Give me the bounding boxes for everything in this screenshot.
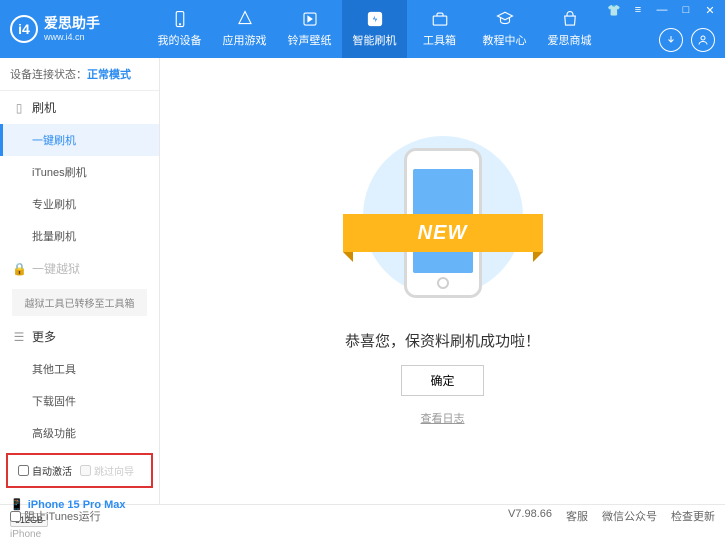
tutorial-icon <box>496 10 514 28</box>
nav-smart-flash[interactable]: 智能刷机 <box>342 0 407 58</box>
logo: i4 爱思助手 www.i4.cn <box>10 15 147 43</box>
store-icon <box>561 10 579 28</box>
header-bar: i4 爱思助手 www.i4.cn 我的设备 应用游戏 铃声壁纸 智能刷机 工具… <box>0 0 725 58</box>
phone-icon: ▯ <box>12 101 26 115</box>
user-button[interactable] <box>691 28 715 52</box>
device-icon <box>171 10 189 28</box>
toolbox-icon <box>431 10 449 28</box>
apps-icon <box>236 10 254 28</box>
sidebar-item-other-tools[interactable]: 其他工具 <box>0 353 159 385</box>
top-nav: 我的设备 应用游戏 铃声壁纸 智能刷机 工具箱 教程中心 爱思商城 <box>147 0 602 58</box>
window-controls: 👕 ≡ — □ ✕ <box>603 2 721 18</box>
footer-wechat[interactable]: 微信公众号 <box>602 508 657 524</box>
footer-support[interactable]: 客服 <box>566 508 588 524</box>
footer-check-update[interactable]: 检查更新 <box>671 508 715 524</box>
sidebar-item-download-firmware[interactable]: 下载固件 <box>0 385 159 417</box>
highlighted-options-box: 自动激活 跳过向导 <box>6 453 153 488</box>
jailbreak-moved-note: 越狱工具已转移至工具箱 <box>12 289 147 316</box>
sidebar-item-pro-flash[interactable]: 专业刷机 <box>0 188 159 220</box>
minimize-button[interactable]: — <box>651 2 673 18</box>
auto-activate-checkbox[interactable]: 自动激活 <box>18 463 72 478</box>
nav-toolbox[interactable]: 工具箱 <box>407 0 472 58</box>
sidebar-item-advanced[interactable]: 高级功能 <box>0 417 159 449</box>
maximize-button[interactable]: □ <box>675 2 697 18</box>
sidebar-section-more[interactable]: ☰更多 <box>0 320 159 353</box>
menu-icon[interactable]: ≡ <box>627 2 649 18</box>
new-ribbon: NEW <box>343 214 543 252</box>
success-message: 恭喜您，保资料刷机成功啦！ <box>345 330 540 351</box>
sidebar-item-itunes-flash[interactable]: iTunes刷机 <box>0 156 159 188</box>
lock-icon: 🔒 <box>12 262 26 276</box>
view-log-link[interactable]: 查看日志 <box>421 410 465 426</box>
close-button[interactable]: ✕ <box>699 2 721 18</box>
flash-icon <box>366 10 384 28</box>
tshirt-icon[interactable]: 👕 <box>603 2 625 18</box>
device-type: iPhone <box>10 529 149 540</box>
app-title: 爱思助手 <box>44 16 100 31</box>
app-logo-icon: i4 <box>10 15 38 43</box>
nav-tutorials[interactable]: 教程中心 <box>472 0 537 58</box>
main-panel: NEW 恭喜您，保资料刷机成功啦！ 确定 查看日志 <box>160 58 725 504</box>
sidebar-section-flash[interactable]: ▯刷机 <box>0 91 159 124</box>
sidebar-item-batch-flash[interactable]: 批量刷机 <box>0 220 159 252</box>
app-url: www.i4.cn <box>44 32 100 42</box>
more-icon: ☰ <box>12 330 26 344</box>
sidebar-item-one-click-flash[interactable]: 一键刷机 <box>0 124 159 156</box>
ok-button[interactable]: 确定 <box>401 365 483 396</box>
skip-guide-checkbox[interactable]: 跳过向导 <box>80 463 134 478</box>
nav-ringtones[interactable]: 铃声壁纸 <box>277 0 342 58</box>
nav-my-device[interactable]: 我的设备 <box>147 0 212 58</box>
nav-store[interactable]: 爱思商城 <box>537 0 602 58</box>
sidebar-section-jailbreak: 🔒一键越狱 <box>0 252 159 285</box>
media-icon <box>301 10 319 28</box>
success-illustration: NEW <box>363 136 523 316</box>
sidebar: 设备连接状态：正常模式 ▯刷机 一键刷机 iTunes刷机 专业刷机 批量刷机 … <box>0 58 160 504</box>
block-itunes-checkbox[interactable]: 阻止iTunes运行 <box>10 508 101 524</box>
connection-status: 设备连接状态：正常模式 <box>0 58 159 91</box>
nav-apps-games[interactable]: 应用游戏 <box>212 0 277 58</box>
version-label: V7.98.66 <box>508 508 552 524</box>
download-button[interactable] <box>659 28 683 52</box>
